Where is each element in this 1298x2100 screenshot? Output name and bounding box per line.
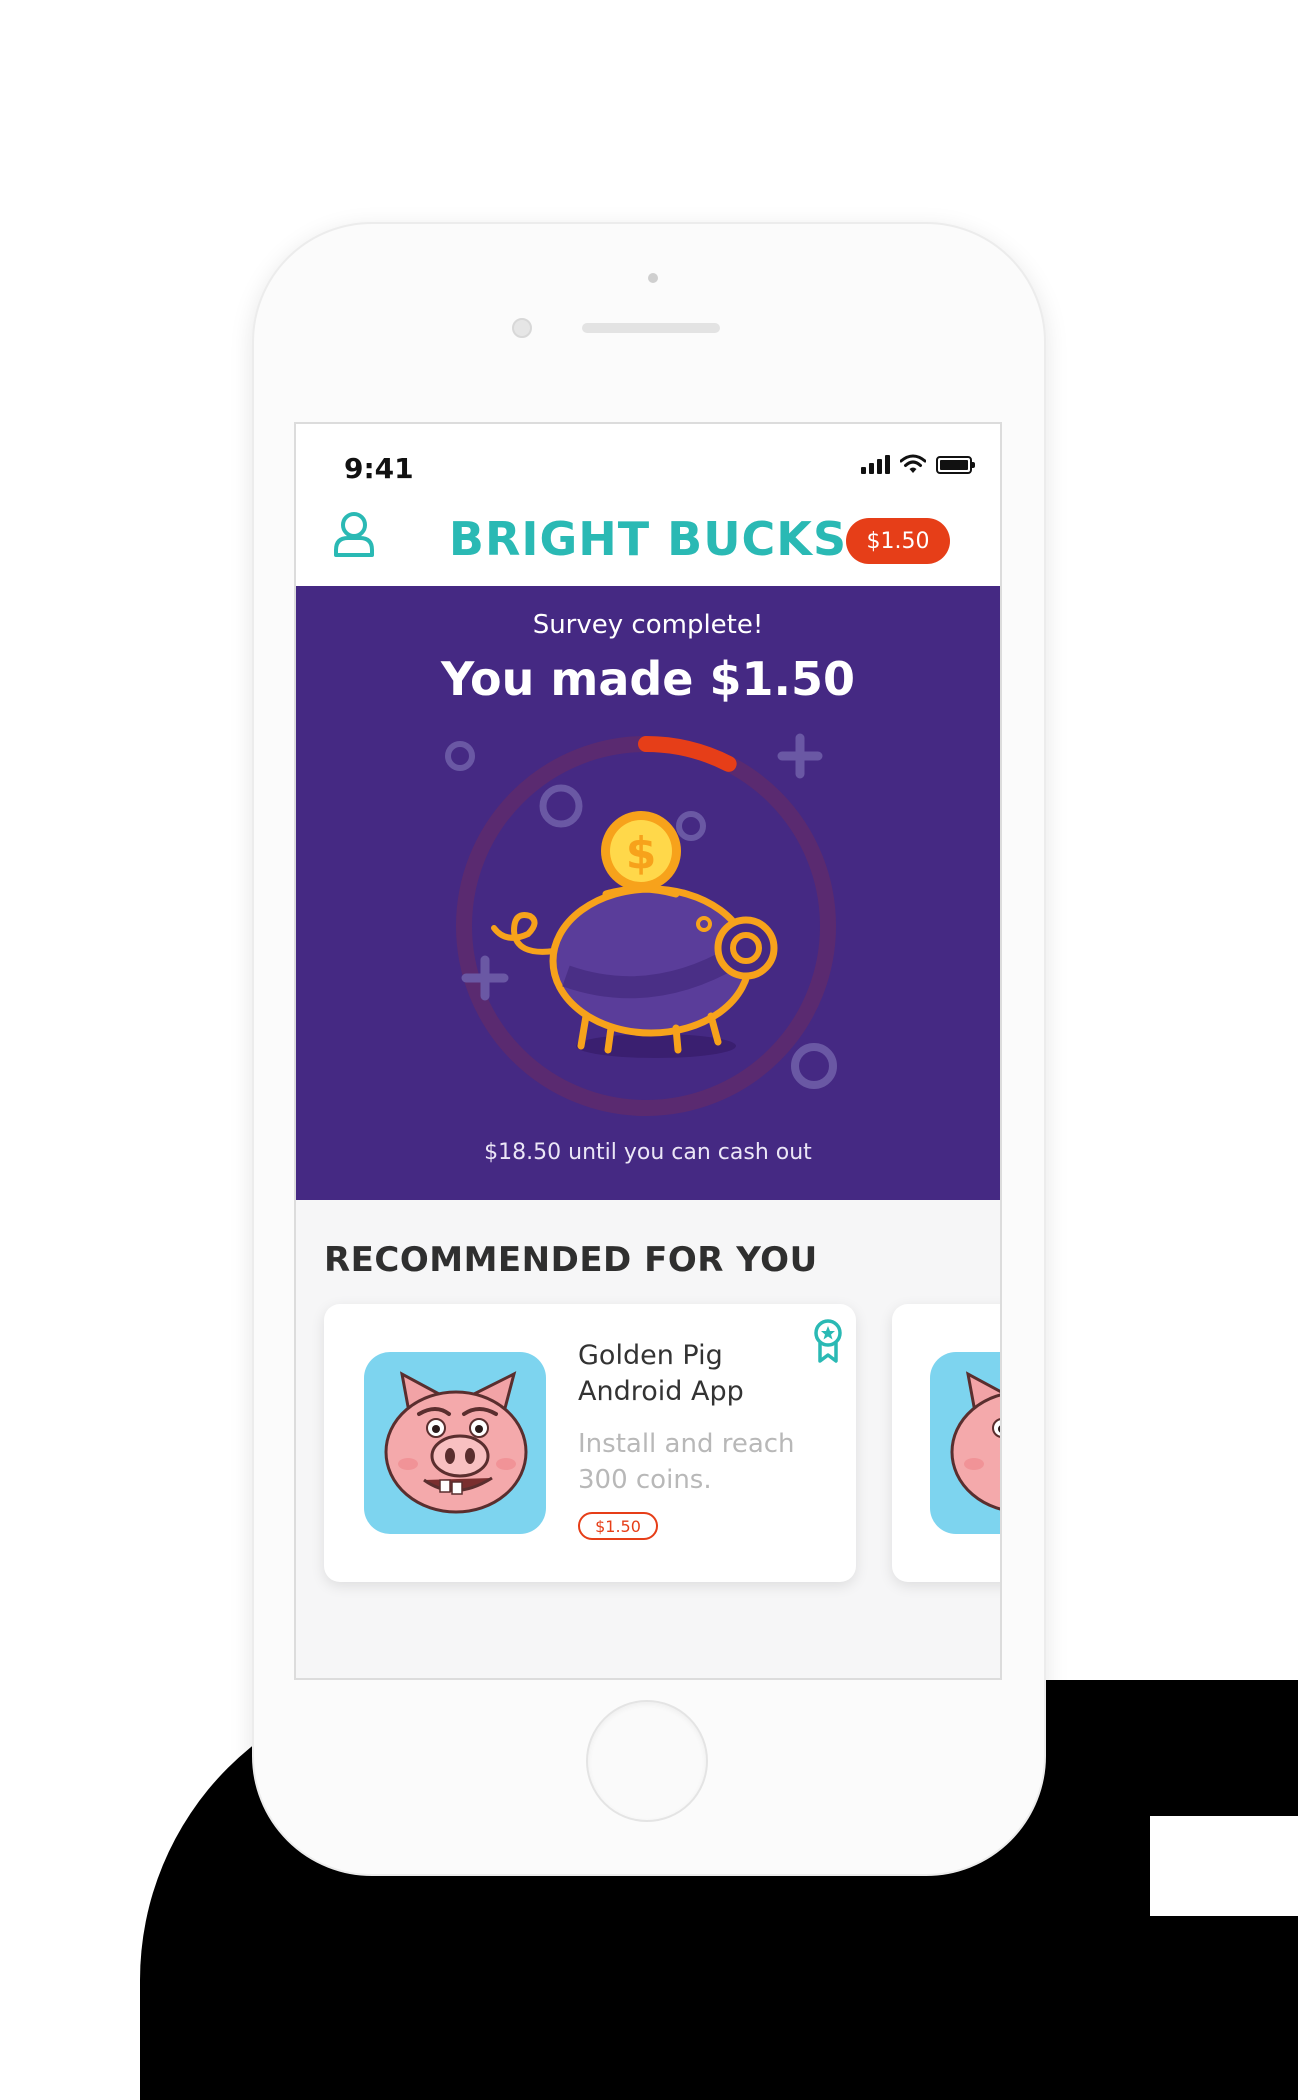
status-bar: 9:41 [296,424,1000,490]
cashout-progress-arc [638,736,737,772]
deco-ring [676,811,706,841]
sensor-dot [648,273,658,283]
section-title-recommended: RECOMMENDED FOR YOU [324,1240,818,1280]
golden-pig-app-icon [364,1352,546,1534]
app-header: BRIGHT BUCKS $1.50 [296,490,1000,586]
signal-icon [861,454,890,474]
status-icons [861,454,975,474]
background-shape [1150,1680,1298,1800]
earpiece-speaker [582,323,720,333]
offer-card[interactable]: Golden Pig Android App Install and reach… [324,1304,856,1582]
offer-card[interactable] [892,1304,1000,1582]
svg-text:$: $ [626,828,657,879]
offer-title: Golden Pig Android App [578,1340,744,1407]
background-shape [1080,1930,1298,2100]
offer-description: Install and reach 300 coins. [578,1429,795,1495]
offer-reward-badge: $1.50 [578,1512,658,1540]
status-time: 9:41 [344,452,414,485]
piggy-bank-illustration: $ [445,733,837,1116]
deco-plus [777,733,823,779]
home-button[interactable] [586,1700,708,1822]
front-camera [512,318,532,338]
hero-title: You made $1.50 [440,652,856,706]
app-thumbnail-partial [930,1352,1000,1534]
app-screen: 9:41 BRIGHT BUCKS $1.50 Survey complete!… [294,422,1002,1680]
deco-ring [791,1043,837,1089]
balance-badge[interactable]: $1.50 [846,518,950,564]
cashout-remaining-text: $18.50 until you can cash out [484,1140,812,1165]
hero-subtitle: Survey complete! [532,610,764,640]
deco-ring [539,784,583,828]
survey-complete-hero: Survey complete! You made $1.50 $ $18.50… [296,586,1000,1200]
deco-ring [445,741,475,771]
background-shape [1150,1816,1298,1916]
wifi-icon [900,454,926,473]
battery-icon [936,456,975,474]
ribbon-star-icon [814,1319,842,1363]
